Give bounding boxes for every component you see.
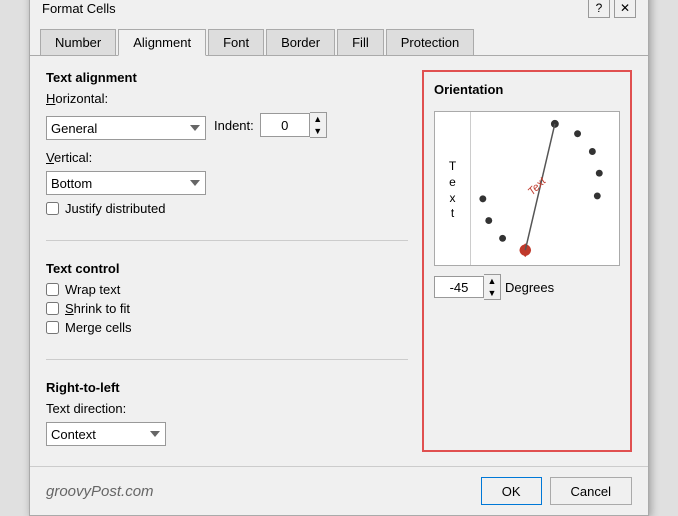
- title-bar: Format Cells ? ✕: [30, 0, 648, 22]
- degrees-row: -45 ▲ ▼ Degrees: [434, 274, 620, 300]
- help-button[interactable]: ?: [588, 0, 610, 18]
- title-controls: ? ✕: [588, 0, 636, 18]
- indent-down-button[interactable]: ▼: [310, 125, 326, 137]
- indent-input[interactable]: 0: [260, 113, 310, 137]
- angle-area: Text: [471, 112, 619, 265]
- vertical-row: Vertical:: [46, 150, 408, 165]
- vertical-text-area: T e x t: [435, 112, 471, 265]
- close-button[interactable]: ✕: [614, 0, 636, 18]
- tab-border[interactable]: Border: [266, 29, 335, 56]
- degrees-label: Degrees: [505, 280, 554, 295]
- divider2: [46, 359, 408, 360]
- merge-cells-label: Merge cells: [65, 320, 131, 335]
- direction-label: Text direction:: [46, 401, 126, 416]
- degrees-up-button[interactable]: ▲: [484, 275, 500, 287]
- cancel-button[interactable]: Cancel: [550, 477, 632, 505]
- vertical-text: T e x t: [449, 159, 456, 221]
- tab-bar: Number Alignment Font Border Fill Protec…: [30, 22, 648, 56]
- indent-group: Indent: 0 ▲ ▼: [214, 112, 327, 138]
- tab-protection[interactable]: Protection: [386, 29, 475, 56]
- direction-row: Text direction:: [46, 401, 408, 416]
- format-cells-dialog: Format Cells ? ✕ Number Alignment Font B…: [29, 0, 649, 516]
- rtl-section: Right-to-left Text direction: Context Le…: [46, 380, 408, 452]
- orientation-diagram[interactable]: T e x t: [434, 111, 620, 266]
- text-control-title: Text control: [46, 261, 408, 276]
- merge-cells-row: Merge cells: [46, 320, 408, 335]
- wrap-text-row: Wrap text: [46, 282, 408, 297]
- justify-row: Justify distributed: [46, 201, 408, 216]
- indent-label: Indent:: [214, 118, 254, 133]
- brand-label: groovyPost.com: [46, 483, 473, 500]
- ok-button[interactable]: OK: [481, 477, 542, 505]
- indent-spinner-buttons: ▲ ▼: [310, 112, 327, 138]
- justify-checkbox[interactable]: [46, 202, 59, 215]
- horizontal-select-row: General Left (Indent) Center Right (Inde…: [46, 112, 408, 144]
- merge-cells-checkbox[interactable]: [46, 321, 59, 334]
- degrees-input[interactable]: -45: [434, 276, 484, 298]
- orientation-title: Orientation: [434, 82, 620, 97]
- text-alignment-title: Text alignment: [46, 70, 408, 85]
- main-content: Text alignment Horizontal: General Left …: [30, 56, 648, 466]
- indent-spinner: 0 ▲ ▼: [260, 112, 327, 138]
- vertical-select-row: Top Center Bottom Justify Distributed: [46, 171, 408, 195]
- orientation-svg: Text: [471, 112, 619, 265]
- vertical-label: Vertical:: [46, 150, 106, 165]
- direction-select-row: Context Left-to-Right Right-to-Left: [46, 422, 408, 446]
- shrink-fit-row: Shrink to fit: [46, 301, 408, 316]
- degrees-spinner: -45 ▲ ▼: [434, 274, 501, 300]
- tab-alignment[interactable]: Alignment: [118, 29, 206, 56]
- orientation-panel: Orientation T e x t: [422, 70, 632, 452]
- divider1: [46, 240, 408, 241]
- horizontal-label: Horizontal:: [46, 91, 108, 106]
- degrees-spinner-buttons: ▲ ▼: [484, 274, 501, 300]
- wrap-text-checkbox[interactable]: [46, 283, 59, 296]
- dialog-footer: groovyPost.com OK Cancel: [30, 466, 648, 515]
- shrink-fit-checkbox[interactable]: [46, 302, 59, 315]
- svg-text:Text: Text: [526, 175, 549, 198]
- degrees-down-button[interactable]: ▼: [484, 287, 500, 299]
- vertical-dropdown[interactable]: Top Center Bottom Justify Distributed: [46, 171, 206, 195]
- indent-up-button[interactable]: ▲: [310, 113, 326, 125]
- left-panel: Text alignment Horizontal: General Left …: [46, 70, 408, 452]
- horizontal-dropdown[interactable]: General Left (Indent) Center Right (Inde…: [46, 116, 206, 140]
- tab-number[interactable]: Number: [40, 29, 116, 56]
- horizontal-row: Horizontal:: [46, 91, 408, 106]
- dialog-title: Format Cells: [42, 1, 116, 16]
- shrink-fit-label: Shrink to fit: [65, 301, 130, 316]
- direction-dropdown[interactable]: Context Left-to-Right Right-to-Left: [46, 422, 166, 446]
- justify-label: Justify distributed: [65, 201, 165, 216]
- rtl-title: Right-to-left: [46, 380, 408, 395]
- tab-font[interactable]: Font: [208, 29, 264, 56]
- tab-fill[interactable]: Fill: [337, 29, 384, 56]
- text-alignment-section: Text alignment Horizontal: General Left …: [46, 70, 408, 220]
- wrap-text-label: Wrap text: [65, 282, 120, 297]
- text-control-section: Text control Wrap text Shrink to fit Mer…: [46, 261, 408, 339]
